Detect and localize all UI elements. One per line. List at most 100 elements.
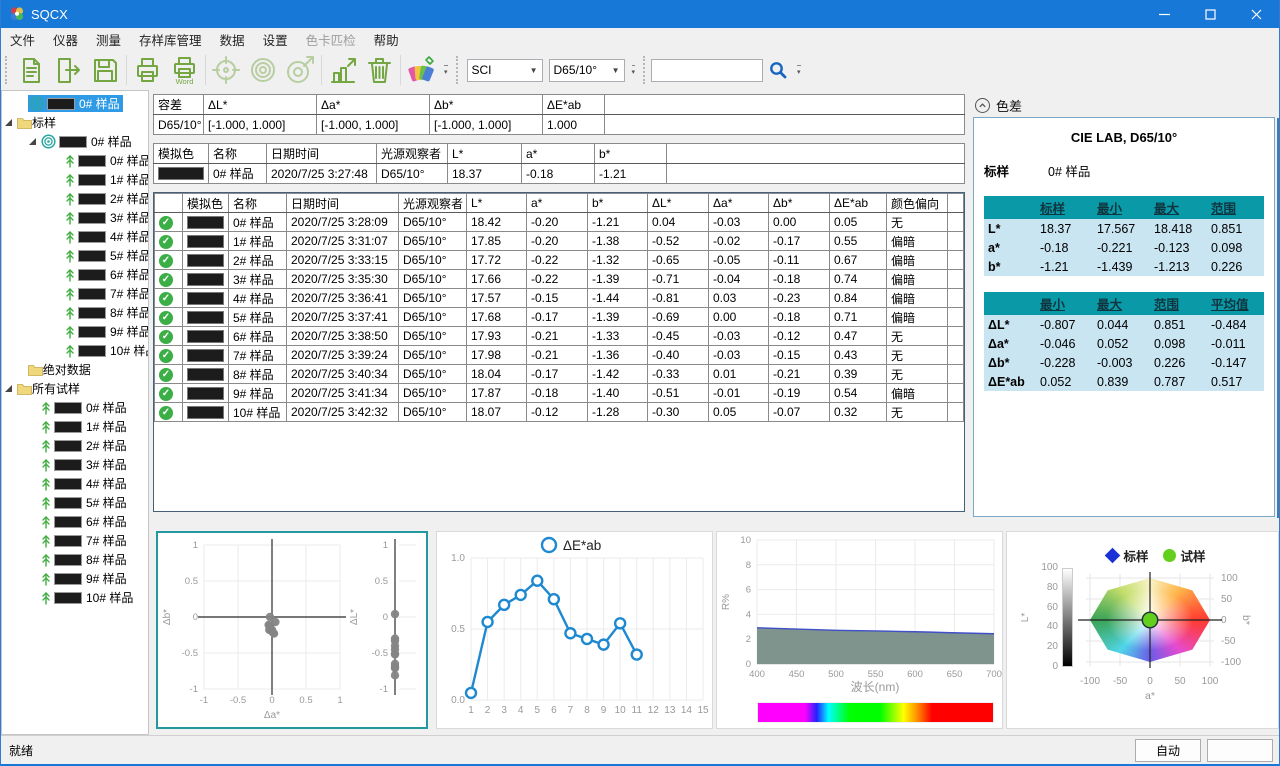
table-row[interactable]: 0# 样品2020/7/25 3:27:48D65/10°18.37-0.18-…: [154, 164, 965, 184]
table-row[interactable]: ✓10# 样品2020/7/25 3:42:32D65/10°18.07-0.1…: [155, 403, 964, 422]
table-cell: [183, 384, 229, 403]
table-cell: -0.22: [527, 251, 588, 270]
titlebar: SQCX: [1, 0, 1279, 28]
toolbar-grip[interactable]: [643, 56, 648, 84]
status-empty-panel: [1207, 739, 1273, 762]
sci-combo[interactable]: SCI▼: [467, 59, 543, 82]
menu-item-测量[interactable]: 测量: [87, 28, 130, 51]
tree-item-1# 样品[interactable]: 1# 样品: [2, 170, 148, 189]
search-input[interactable]: [651, 59, 763, 82]
illuminant-combo[interactable]: D65/10°▼: [549, 59, 625, 82]
toolbar-new-document-icon[interactable]: [13, 52, 50, 88]
tree-item-9# 样品[interactable]: 9# 样品: [2, 569, 148, 588]
tree-item-label: 1# 样品: [110, 171, 149, 188]
collapse-chevron-icon[interactable]: [975, 98, 990, 113]
auto-button[interactable]: 自动: [1135, 739, 1201, 762]
toolbar-overflow-icon[interactable]: ▾: [797, 65, 801, 76]
table-row[interactable]: ✓7# 样品2020/7/25 3:39:24D65/10°17.98-0.21…: [155, 346, 964, 365]
tree-item-label: 8# 样品: [86, 551, 127, 568]
charts-row: -1-1-0.5-0.5000.50.511Δa*Δb*-1-0.500.51Δ…: [149, 522, 1279, 735]
tree-item-6# 样品[interactable]: 6# 样品: [2, 512, 148, 531]
tree-item-7# 样品[interactable]: 7# 样品: [2, 284, 148, 303]
table-header-row: 标样最小最大范围: [984, 196, 1264, 219]
toolbar-export-icon[interactable]: [50, 52, 87, 88]
tree-item-0# 样品[interactable]: 0# 样品: [2, 398, 148, 417]
main-area: 0# 样品标样0# 样品0# 样品1# 样品2# 样品3# 样品4# 样品5# …: [1, 90, 1279, 735]
table-row[interactable]: ✓4# 样品2020/7/25 3:36:41D65/10°17.57-0.15…: [155, 289, 964, 308]
tree-item-标样[interactable]: 标样: [2, 113, 148, 132]
expander-icon[interactable]: [29, 138, 36, 145]
table-row[interactable]: ✓5# 样品2020/7/25 3:37:41D65/10°17.68-0.17…: [155, 308, 964, 327]
tree-item-10# 样品[interactable]: 10# 样品: [2, 588, 148, 607]
tree-item-5# 样品[interactable]: 5# 样品: [2, 246, 148, 265]
toolbar-chart-icon[interactable]: [324, 52, 361, 88]
expander-icon[interactable]: [5, 119, 12, 126]
color-swatch: [59, 136, 87, 148]
arrow-icon: [65, 268, 75, 282]
tree-item-1# 样品[interactable]: 1# 样品: [2, 417, 148, 436]
tree-item-label: 标样: [32, 114, 56, 131]
tree-item-4# 样品[interactable]: 4# 样品: [2, 227, 148, 246]
scatter-chart-panel[interactable]: -1-1-0.5-0.5000.50.511Δa*Δb*-1-0.500.51Δ…: [156, 531, 428, 729]
expander-icon[interactable]: [5, 385, 12, 392]
maximize-button[interactable]: [1187, 0, 1233, 28]
tree-item-8# 样品[interactable]: 8# 样品: [2, 550, 148, 569]
tree-item-3# 样品[interactable]: 3# 样品: [2, 208, 148, 227]
menu-item-文件[interactable]: 文件: [1, 28, 44, 51]
table-row[interactable]: D65/10°[-1.000, 1.000][-1.000, 1.000][-1…: [154, 115, 965, 135]
toolbar-delete-icon[interactable]: [361, 52, 398, 88]
reflectance-chart-panel[interactable]: 0246810400450500550600650700波长(nm)R%: [716, 531, 1003, 729]
table-row[interactable]: ✓2# 样品2020/7/25 3:33:15D65/10°17.72-0.22…: [155, 251, 964, 270]
tree-item-所有试样[interactable]: 所有试样: [2, 379, 148, 398]
table-row[interactable]: ✓0# 样品2020/7/25 3:28:09D65/10°18.42-0.20…: [155, 213, 964, 232]
table-cell: -0.05: [709, 251, 769, 270]
toolbar-grip[interactable]: [5, 56, 10, 84]
toolbar-print-word-icon[interactable]: Word: [166, 52, 203, 88]
toolbar-calibrate-icon: [208, 52, 245, 88]
menu-item-存样库管理[interactable]: 存样库管理: [130, 28, 211, 51]
toolbar-overflow-icon[interactable]: ▾: [632, 65, 636, 76]
tree-item-9# 样品[interactable]: 9# 样品: [2, 322, 148, 341]
tree-item-label: 3# 样品: [110, 209, 149, 226]
table-row[interactable]: ✓8# 样品2020/7/25 3:40:34D65/10°18.04-0.17…: [155, 365, 964, 384]
toolbar-color-match-icon[interactable]: [403, 52, 440, 88]
tree-item-2# 样品[interactable]: 2# 样品: [2, 436, 148, 455]
check-icon: ✓: [159, 330, 173, 344]
tree-item-0# 样品[interactable]: 0# 样品: [2, 151, 148, 170]
tree-item-7# 样品[interactable]: 7# 样品: [2, 531, 148, 550]
tree-item-0# 样品[interactable]: 0# 样品: [2, 132, 148, 151]
table-row[interactable]: ✓9# 样品2020/7/25 3:41:34D65/10°17.87-0.18…: [155, 384, 964, 403]
tree-item-8# 样品[interactable]: 8# 样品: [2, 303, 148, 322]
menu-item-仪器[interactable]: 仪器: [44, 28, 87, 51]
toolbar-grip[interactable]: [456, 56, 461, 84]
svg-text:4: 4: [518, 705, 524, 716]
tree-item-0# 样品[interactable]: 0# 样品: [2, 94, 148, 113]
tree-item-4# 样品[interactable]: 4# 样品: [2, 474, 148, 493]
search-icon[interactable]: [769, 61, 787, 79]
tree-item-5# 样品[interactable]: 5# 样品: [2, 493, 148, 512]
table-row[interactable]: ✓1# 样品2020/7/25 3:31:07D65/10°17.85-0.20…: [155, 232, 964, 251]
color-swatch: [54, 592, 82, 604]
table-cell: [183, 365, 229, 384]
menu-item-设置[interactable]: 设置: [254, 28, 297, 51]
table-row: 容差ΔL*Δa*Δb*ΔE*ab: [154, 95, 965, 115]
table-cell: a*: [527, 194, 588, 213]
toolbar-save-icon[interactable]: [87, 52, 124, 88]
table-cell: -0.18: [522, 164, 595, 184]
minimize-button[interactable]: [1141, 0, 1187, 28]
table-cell: 0.851: [1207, 219, 1264, 238]
deltae-trend-chart-panel[interactable]: 1234567891011121314150.00.51.0ΔE*ab: [436, 531, 713, 729]
tree-item-2# 样品[interactable]: 2# 样品: [2, 189, 148, 208]
menu-item-帮助[interactable]: 帮助: [365, 28, 408, 51]
close-button[interactable]: [1233, 0, 1279, 28]
tree-item-3# 样品[interactable]: 3# 样品: [2, 455, 148, 474]
toolbar-print-icon[interactable]: [129, 52, 166, 88]
toolbar-overflow-icon[interactable]: ▾: [444, 65, 448, 76]
table-row[interactable]: ✓3# 样品2020/7/25 3:35:30D65/10°17.66-0.22…: [155, 270, 964, 289]
tree-item-绝对数据[interactable]: 绝对数据: [2, 360, 148, 379]
menu-item-数据[interactable]: 数据: [211, 28, 254, 51]
lab-gamut-chart-panel[interactable]: 标样试样100806040200L*-100-50050100100500-50…: [1006, 531, 1279, 729]
tree-item-6# 样品[interactable]: 6# 样品: [2, 265, 148, 284]
tree-item-10# 样品[interactable]: 10# 样品: [2, 341, 148, 360]
table-row[interactable]: ✓6# 样品2020/7/25 3:38:50D65/10°17.93-0.21…: [155, 327, 964, 346]
